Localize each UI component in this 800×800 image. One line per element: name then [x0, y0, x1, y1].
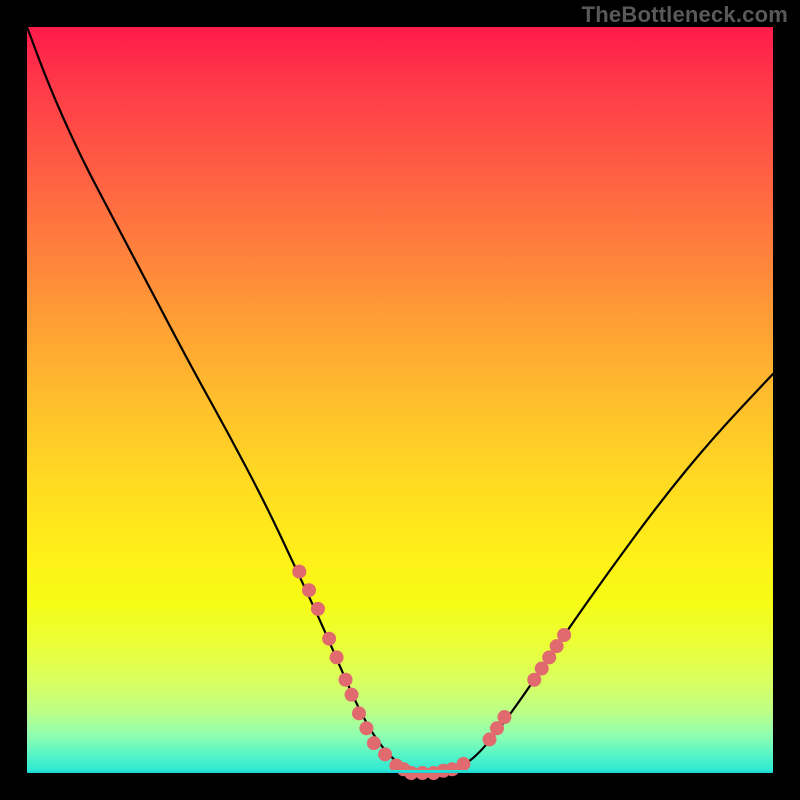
curve-marker [359, 721, 373, 735]
curve-marker [352, 706, 366, 720]
watermark-text: TheBottleneck.com [582, 2, 788, 28]
curve-marker [311, 602, 325, 616]
curve-marker [322, 632, 336, 646]
bottleneck-curve-svg [27, 27, 773, 773]
curve-marker [302, 583, 316, 597]
plot-area [27, 27, 773, 773]
curve-marker [378, 747, 392, 761]
curve-marker [339, 673, 353, 687]
chart-frame: TheBottleneck.com [0, 0, 800, 800]
curve-marker [292, 565, 306, 579]
curve-marker [345, 688, 359, 702]
curve-marker [557, 628, 571, 642]
curve-marker [367, 736, 381, 750]
curve-marker [456, 757, 470, 771]
curve-marker [330, 650, 344, 664]
curve-marker [497, 710, 511, 724]
curve-markers [292, 565, 571, 780]
bottleneck-curve-path [27, 27, 773, 773]
